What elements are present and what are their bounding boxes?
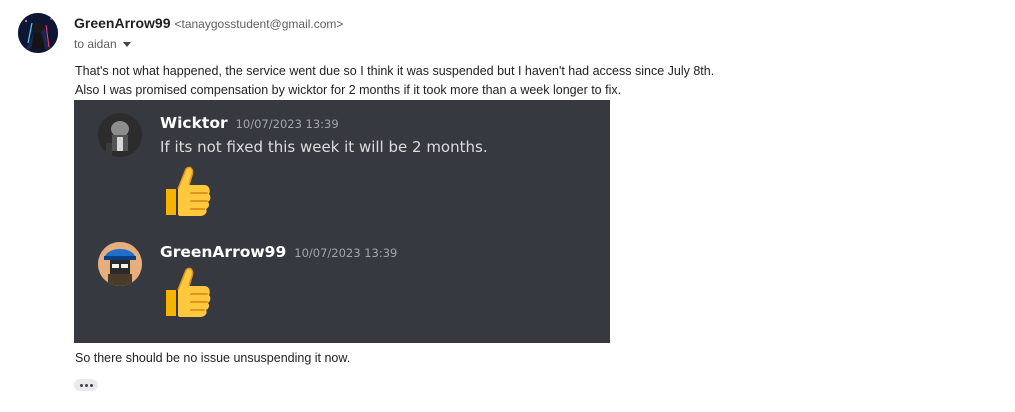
recipients-label: to aidan (74, 37, 117, 51)
dot (89, 383, 93, 387)
sender-header: GreenArrow99 <tanaygosstudent@gmail.com> (74, 15, 343, 31)
sender-email: <tanaygosstudent@gmail.com> (174, 17, 344, 31)
sender-avatar[interactable] (18, 13, 58, 53)
author-name: GreenArrow99 (160, 243, 287, 261)
chevron-down-icon[interactable] (122, 42, 131, 47)
embedded-screenshot[interactable]: Wicktor 10/07/2023 13:39 If its not fixed… (74, 100, 610, 343)
more-horizontal-icon[interactable] (74, 379, 98, 391)
author-name: Wicktor (160, 114, 228, 132)
thumbs-up-icon (160, 163, 214, 219)
message-text: If its not fixed this week it will be 2 … (160, 138, 488, 156)
email-message: GreenArrow99 <tanaygosstudent@gmail.com>… (0, 0, 1015, 412)
message-timestamp: 10/07/2023 13:39 (294, 246, 398, 260)
dot (79, 383, 83, 387)
message-timestamp: 10/07/2023 13:39 (235, 117, 339, 131)
dot (84, 383, 88, 387)
greenarrow-avatar (98, 242, 142, 286)
recipients-dropdown[interactable]: to aidan (74, 37, 131, 51)
sender-name[interactable]: GreenArrow99 (74, 15, 170, 31)
body-paragraph-3: So there should be no issue unsuspending… (75, 351, 351, 365)
message-author-greenarrow[interactable]: GreenArrow99 10/07/2023 13:39 (160, 243, 397, 261)
wicktor-avatar (98, 113, 142, 157)
thumbs-up-icon (160, 264, 214, 320)
body-paragraph-1: That's not what happened, the service we… (75, 64, 715, 78)
body-paragraph-2: Also I was promised compensation by wick… (75, 83, 622, 97)
message-author-wicktor[interactable]: Wicktor 10/07/2023 13:39 (160, 114, 339, 132)
